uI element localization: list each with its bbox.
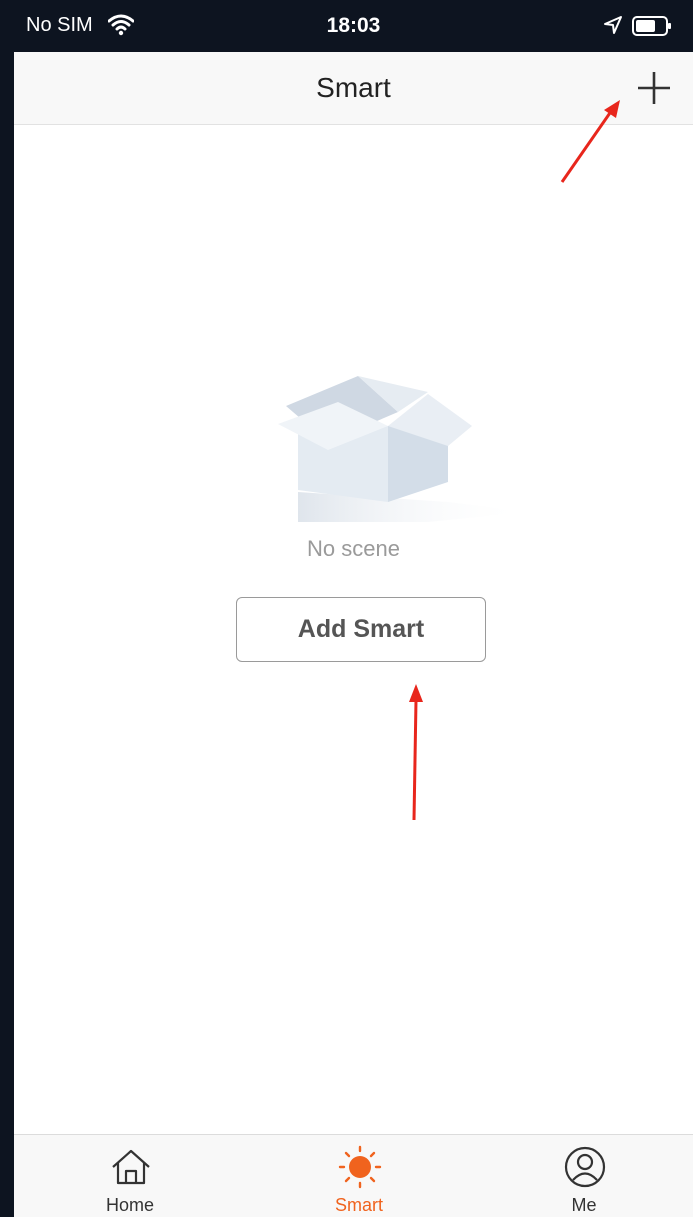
tab-home[interactable]: Home	[17, 1135, 243, 1217]
tab-smart-label: Smart	[334, 1195, 383, 1215]
tab-bar: Home Smart Me	[14, 1134, 693, 1217]
sun-icon	[338, 1145, 382, 1189]
annotation-arrow-bottom	[409, 684, 423, 821]
plus-icon[interactable]	[634, 68, 674, 108]
tab-smart[interactable]: Smart	[246, 1135, 472, 1217]
home-icon	[112, 1149, 150, 1185]
battery-icon	[632, 16, 671, 36]
profile-icon	[564, 1146, 606, 1188]
annotation-arrow-top	[560, 100, 620, 183]
empty-state-message: No scene	[307, 536, 400, 561]
tab-home-label: Home	[105, 1195, 154, 1215]
empty-box-icon	[278, 376, 528, 522]
location-arrow-icon	[604, 16, 622, 34]
phone-screen: No SIM 18:03 Smart No scene Add Smart Ho…	[14, 0, 693, 1217]
add-smart-button[interactable]: Add Smart	[236, 597, 486, 662]
tab-me-label: Me	[571, 1195, 597, 1215]
clock: 18:03	[326, 14, 381, 37]
tab-me[interactable]: Me	[471, 1135, 693, 1217]
status-bar: No SIM 18:03	[14, 0, 693, 52]
